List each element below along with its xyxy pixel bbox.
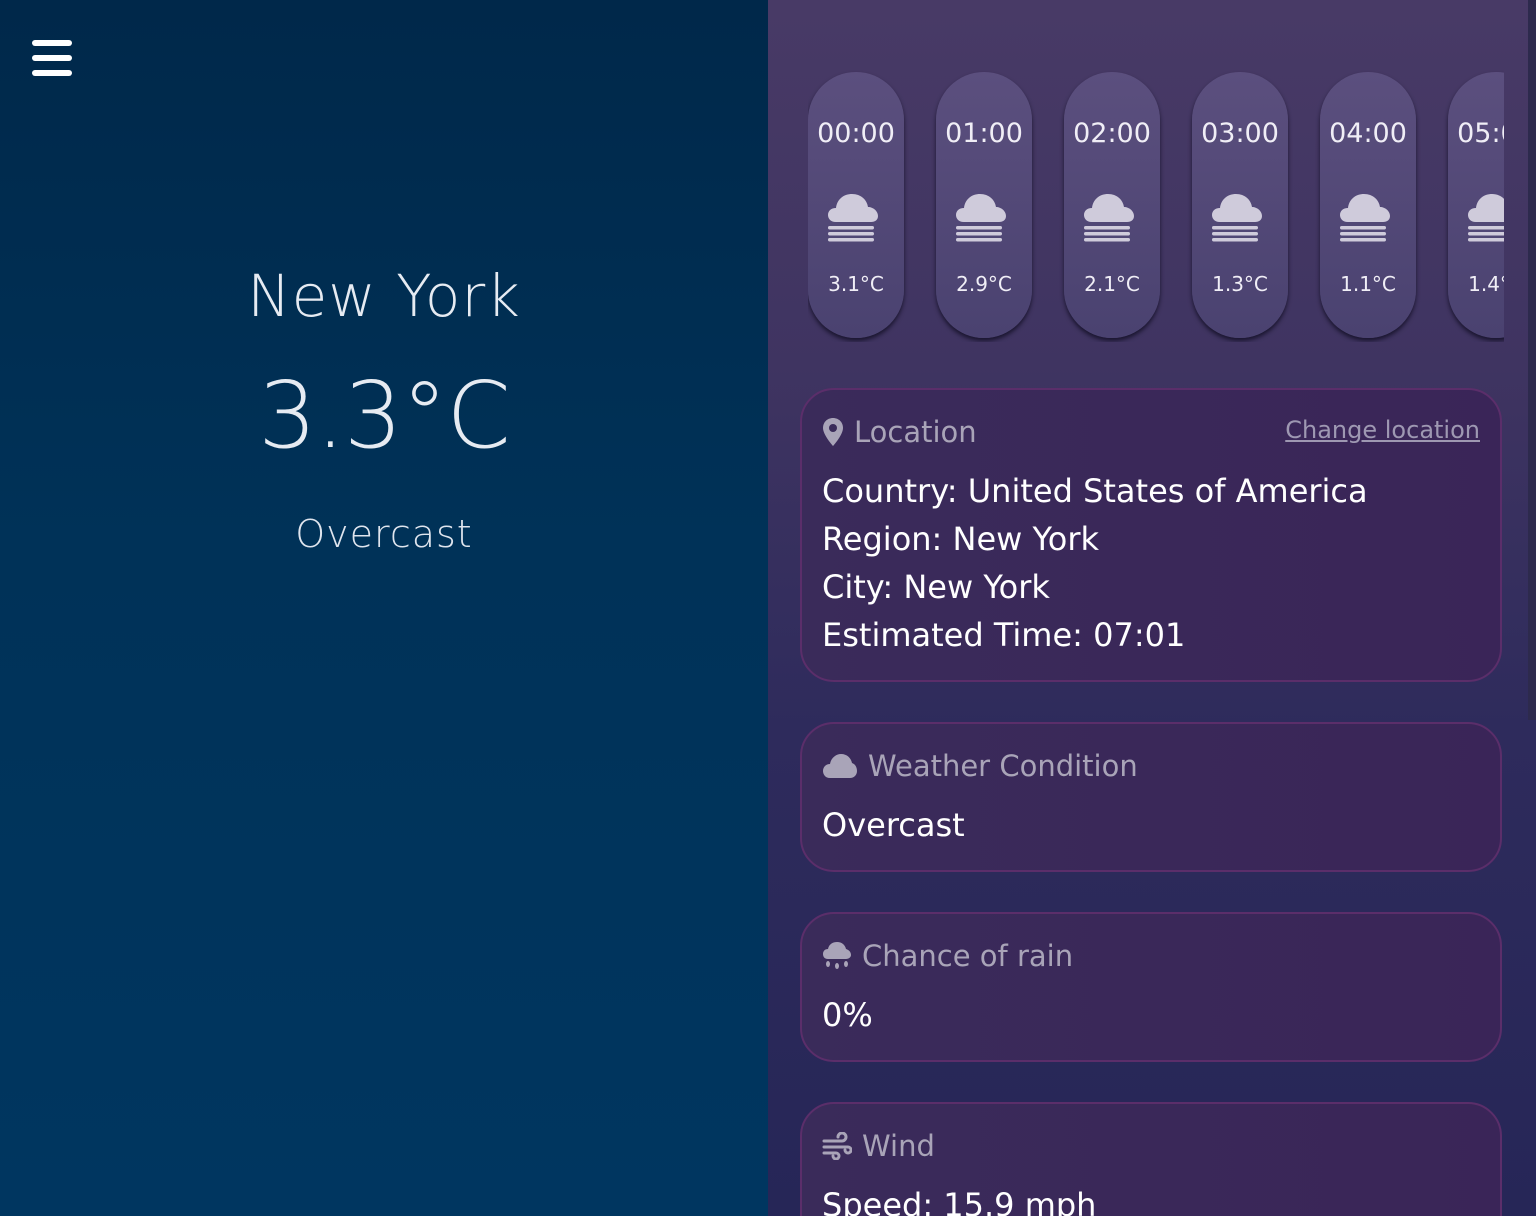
chance-of-rain-card-title: Chance of rain — [862, 939, 1074, 973]
weather-condition-card: Weather Condition Overcast — [800, 722, 1502, 872]
location-card: Location Change location Country: United… — [800, 388, 1502, 682]
hour-temperature: 1.4°C — [1468, 272, 1504, 296]
fog-cloud-icon — [1084, 194, 1134, 242]
wind-card: Wind Speed: 15.9 mph — [800, 1102, 1502, 1216]
cloud-icon — [823, 754, 857, 778]
weather-condition-value: Overcast — [822, 806, 965, 844]
hour-temperature: 2.9°C — [956, 272, 1012, 296]
wind-card-header: Wind — [822, 1128, 935, 1164]
wind-icon — [822, 1132, 852, 1160]
city-text: City: New York — [822, 568, 1050, 606]
fog-cloud-icon — [956, 194, 1006, 242]
region-text: Region: New York — [822, 520, 1100, 558]
hourly-forecast[interactable]: 00:00 3.1°C 01:00 2.9°C 02:00 2.1°C 03:00 1.3°C… — [808, 70, 1504, 342]
hamburger-menu-icon[interactable] — [32, 40, 72, 76]
current-condition: Overcast — [295, 512, 473, 556]
fog-cloud-icon — [1340, 194, 1390, 242]
weather-app: New York 3.3°C Overcast 00:00 3.1°C 01:00 2… — [0, 0, 1536, 1216]
wind-card-title: Wind — [862, 1129, 935, 1163]
current-weather-panel: New York 3.3°C Overcast — [0, 0, 768, 1216]
country-text: Country: United States of America — [822, 472, 1368, 510]
hour-card[interactable]: 02:00 2.1°C — [1064, 72, 1160, 338]
hour-temperature: 2.1°C — [1084, 272, 1140, 296]
chance-of-rain-value: 0% — [822, 996, 873, 1034]
wind-speed-text: Speed: 15.9 mph — [822, 1186, 1097, 1216]
current-temperature: 3.3°C — [258, 362, 511, 469]
hour-time: 04:00 — [1329, 118, 1407, 149]
hour-time: 03:00 — [1201, 118, 1279, 149]
estimated-time-text: Estimated Time: 07:01 — [822, 616, 1186, 654]
details-panel: 00:00 3.1°C 01:00 2.9°C 02:00 2.1°C 03:00 1.3°C… — [768, 0, 1536, 1216]
hour-time: 01:00 — [945, 118, 1023, 149]
chance-of-rain-card: Chance of rain 0% — [800, 912, 1502, 1062]
fog-cloud-icon — [828, 194, 878, 242]
scrollbar[interactable] — [1528, 0, 1536, 720]
location-card-header: Location — [822, 414, 977, 450]
change-location-link[interactable]: Change location — [1285, 416, 1480, 444]
fog-cloud-icon — [1212, 194, 1262, 242]
hour-card[interactable]: 01:00 2.9°C — [936, 72, 1032, 338]
fog-cloud-icon — [1468, 194, 1504, 242]
hour-temperature: 1.3°C — [1212, 272, 1268, 296]
chance-of-rain-card-header: Chance of rain — [822, 938, 1073, 974]
hour-temperature: 3.1°C — [828, 272, 884, 296]
city-name: New York — [247, 262, 521, 330]
hour-time: 05:00 — [1457, 118, 1504, 149]
hour-card[interactable]: 00:00 3.1°C — [808, 72, 904, 338]
hour-card[interactable]: 04:00 1.1°C — [1320, 72, 1416, 338]
weather-condition-card-header: Weather Condition — [822, 748, 1138, 784]
hour-temperature: 1.1°C — [1340, 272, 1396, 296]
rain-cloud-icon — [823, 942, 851, 969]
weather-condition-card-title: Weather Condition — [868, 749, 1138, 783]
hour-card[interactable]: 03:00 1.3°C — [1192, 72, 1288, 338]
location-card-title: Location — [854, 415, 977, 449]
hour-time: 00:00 — [817, 118, 895, 149]
map-pin-icon — [823, 418, 843, 446]
hour-time: 02:00 — [1073, 118, 1151, 149]
hour-card[interactable]: 05:00 1.4°C — [1448, 72, 1504, 338]
